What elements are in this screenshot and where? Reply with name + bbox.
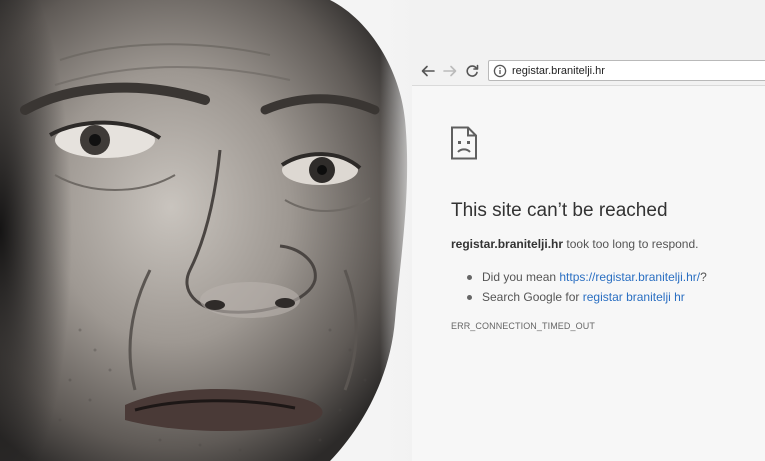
error-summary: registar.branitelji.hr took too long to … (451, 237, 698, 251)
error-code: ERR_CONNECTION_TIMED_OUT (451, 321, 595, 331)
reload-button[interactable] (462, 61, 482, 81)
error-title: This site can’t be reached (451, 200, 668, 221)
search-google-link[interactable]: registar branitelji hr (583, 290, 685, 304)
suggestion-text: Did you mean (482, 270, 560, 284)
suggestion-suffix: ? (700, 270, 707, 284)
url-text: registar.branitelji.hr (512, 64, 605, 77)
error-host: registar.branitelji.hr (451, 237, 564, 251)
reload-icon (466, 64, 479, 77)
arrow-right-icon (443, 65, 457, 77)
back-button[interactable] (418, 61, 438, 81)
forward-button[interactable] (440, 61, 460, 81)
sad-document-icon (451, 126, 477, 160)
did-you-mean-link[interactable]: https://registar.branitelji.hr/ (559, 270, 700, 284)
face-illustration (0, 0, 420, 461)
browser-toolbar: registar.branitelji.hr (412, 57, 765, 86)
error-page: This site can’t be reached registar.bran… (412, 86, 765, 461)
info-icon[interactable] (493, 64, 507, 78)
suggestion-did-you-mean: Did you mean https://registar.branitelji… (465, 267, 707, 287)
suggestion-text: Search Google for (482, 290, 583, 304)
suggestion-search-google: Search Google for registar branitelji hr (465, 287, 707, 307)
man-face-photo (0, 0, 420, 461)
address-bar[interactable]: registar.branitelji.hr (488, 60, 765, 81)
suggestions-list: Did you mean https://registar.branitelji… (465, 267, 707, 307)
error-summary-suffix: took too long to respond. (563, 237, 699, 251)
arrow-left-icon (421, 65, 435, 77)
